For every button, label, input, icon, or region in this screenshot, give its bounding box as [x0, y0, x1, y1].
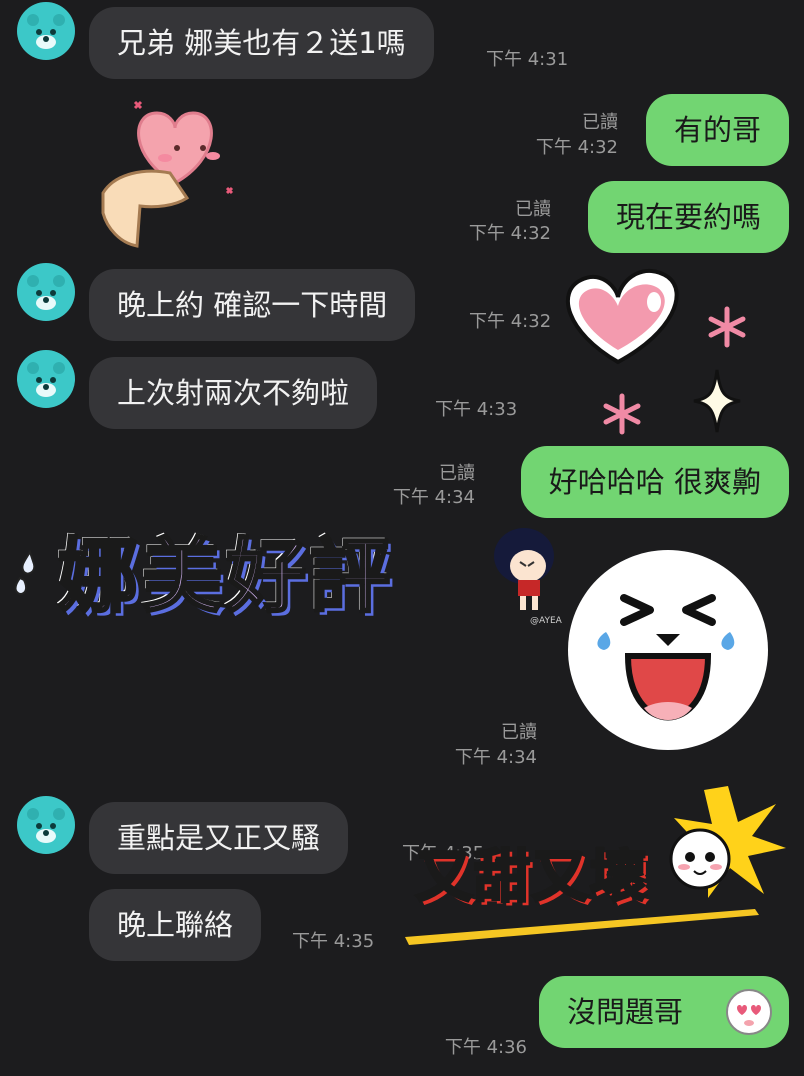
nami-title-overlay: 娜美好評: [57, 529, 394, 625]
message-time: 下午 4:32: [535, 137, 618, 158]
message-time: 下午 4:33: [435, 399, 518, 420]
message-time: 下午 4:32: [469, 311, 552, 332]
message-time: 下午 4:34: [454, 747, 537, 768]
bear-face-icon: [27, 275, 65, 310]
message-time: 下午 4:35: [292, 931, 375, 952]
sweet-title-overlay: 又甜又壞: [415, 844, 648, 912]
message-text: 沒問題哥: [567, 995, 684, 1029]
read-receipt: 已讀: [515, 199, 551, 220]
message-time: 下午 4:32: [468, 223, 551, 244]
bear-face-icon: [27, 362, 65, 397]
heart-hand-sticker: [101, 100, 234, 248]
message-time: 下午 4:36: [444, 1037, 527, 1058]
incoming-message-bubble[interactable]: 晚上約 確認一下時間: [89, 269, 416, 341]
sticker-credit: @AYEA: [530, 616, 562, 626]
avatar[interactable]: [17, 350, 75, 408]
splash-drops-icon: [14, 549, 36, 596]
incoming-message-bubble[interactable]: 晚上聯絡: [89, 889, 262, 961]
read-receipt: 已讀: [439, 463, 475, 484]
avatar[interactable]: [17, 2, 75, 60]
sparkle-icon: [708, 306, 746, 348]
avatar[interactable]: [17, 796, 75, 854]
heart-eyes-emoji-icon: [726, 989, 772, 1035]
message-time: 下午 4:31: [486, 49, 569, 70]
incoming-message-bubble[interactable]: 重點是又正又騷: [89, 802, 349, 874]
outgoing-message-bubble[interactable]: 好哈哈哈 很爽齁: [520, 446, 789, 518]
avatar[interactable]: [17, 263, 75, 321]
laughing-face-sticker: [568, 550, 768, 750]
sparkle-icon: [603, 393, 641, 435]
read-receipt: 已讀: [582, 112, 618, 133]
read-receipt: 已讀: [501, 722, 537, 743]
message-time: 下午 4:34: [392, 487, 475, 508]
star-sparkle-icon: [693, 369, 741, 433]
bear-face-icon: [27, 14, 65, 49]
cartoon-girl-sticker: [494, 528, 554, 610]
incoming-message-bubble[interactable]: 上次射兩次不夠啦: [89, 357, 378, 429]
pink-heart-sticker: [565, 269, 679, 365]
bear-face-icon: [27, 808, 65, 843]
outgoing-message-bubble[interactable]: 現在要約嗎: [587, 181, 789, 253]
outgoing-message-bubble[interactable]: 沒問題哥: [539, 976, 789, 1048]
incoming-message-bubble[interactable]: 兄弟 娜美也有２送1嗎: [89, 7, 434, 79]
blushing-face-icon: [669, 828, 731, 890]
outgoing-message-bubble[interactable]: 有的哥: [645, 94, 789, 166]
